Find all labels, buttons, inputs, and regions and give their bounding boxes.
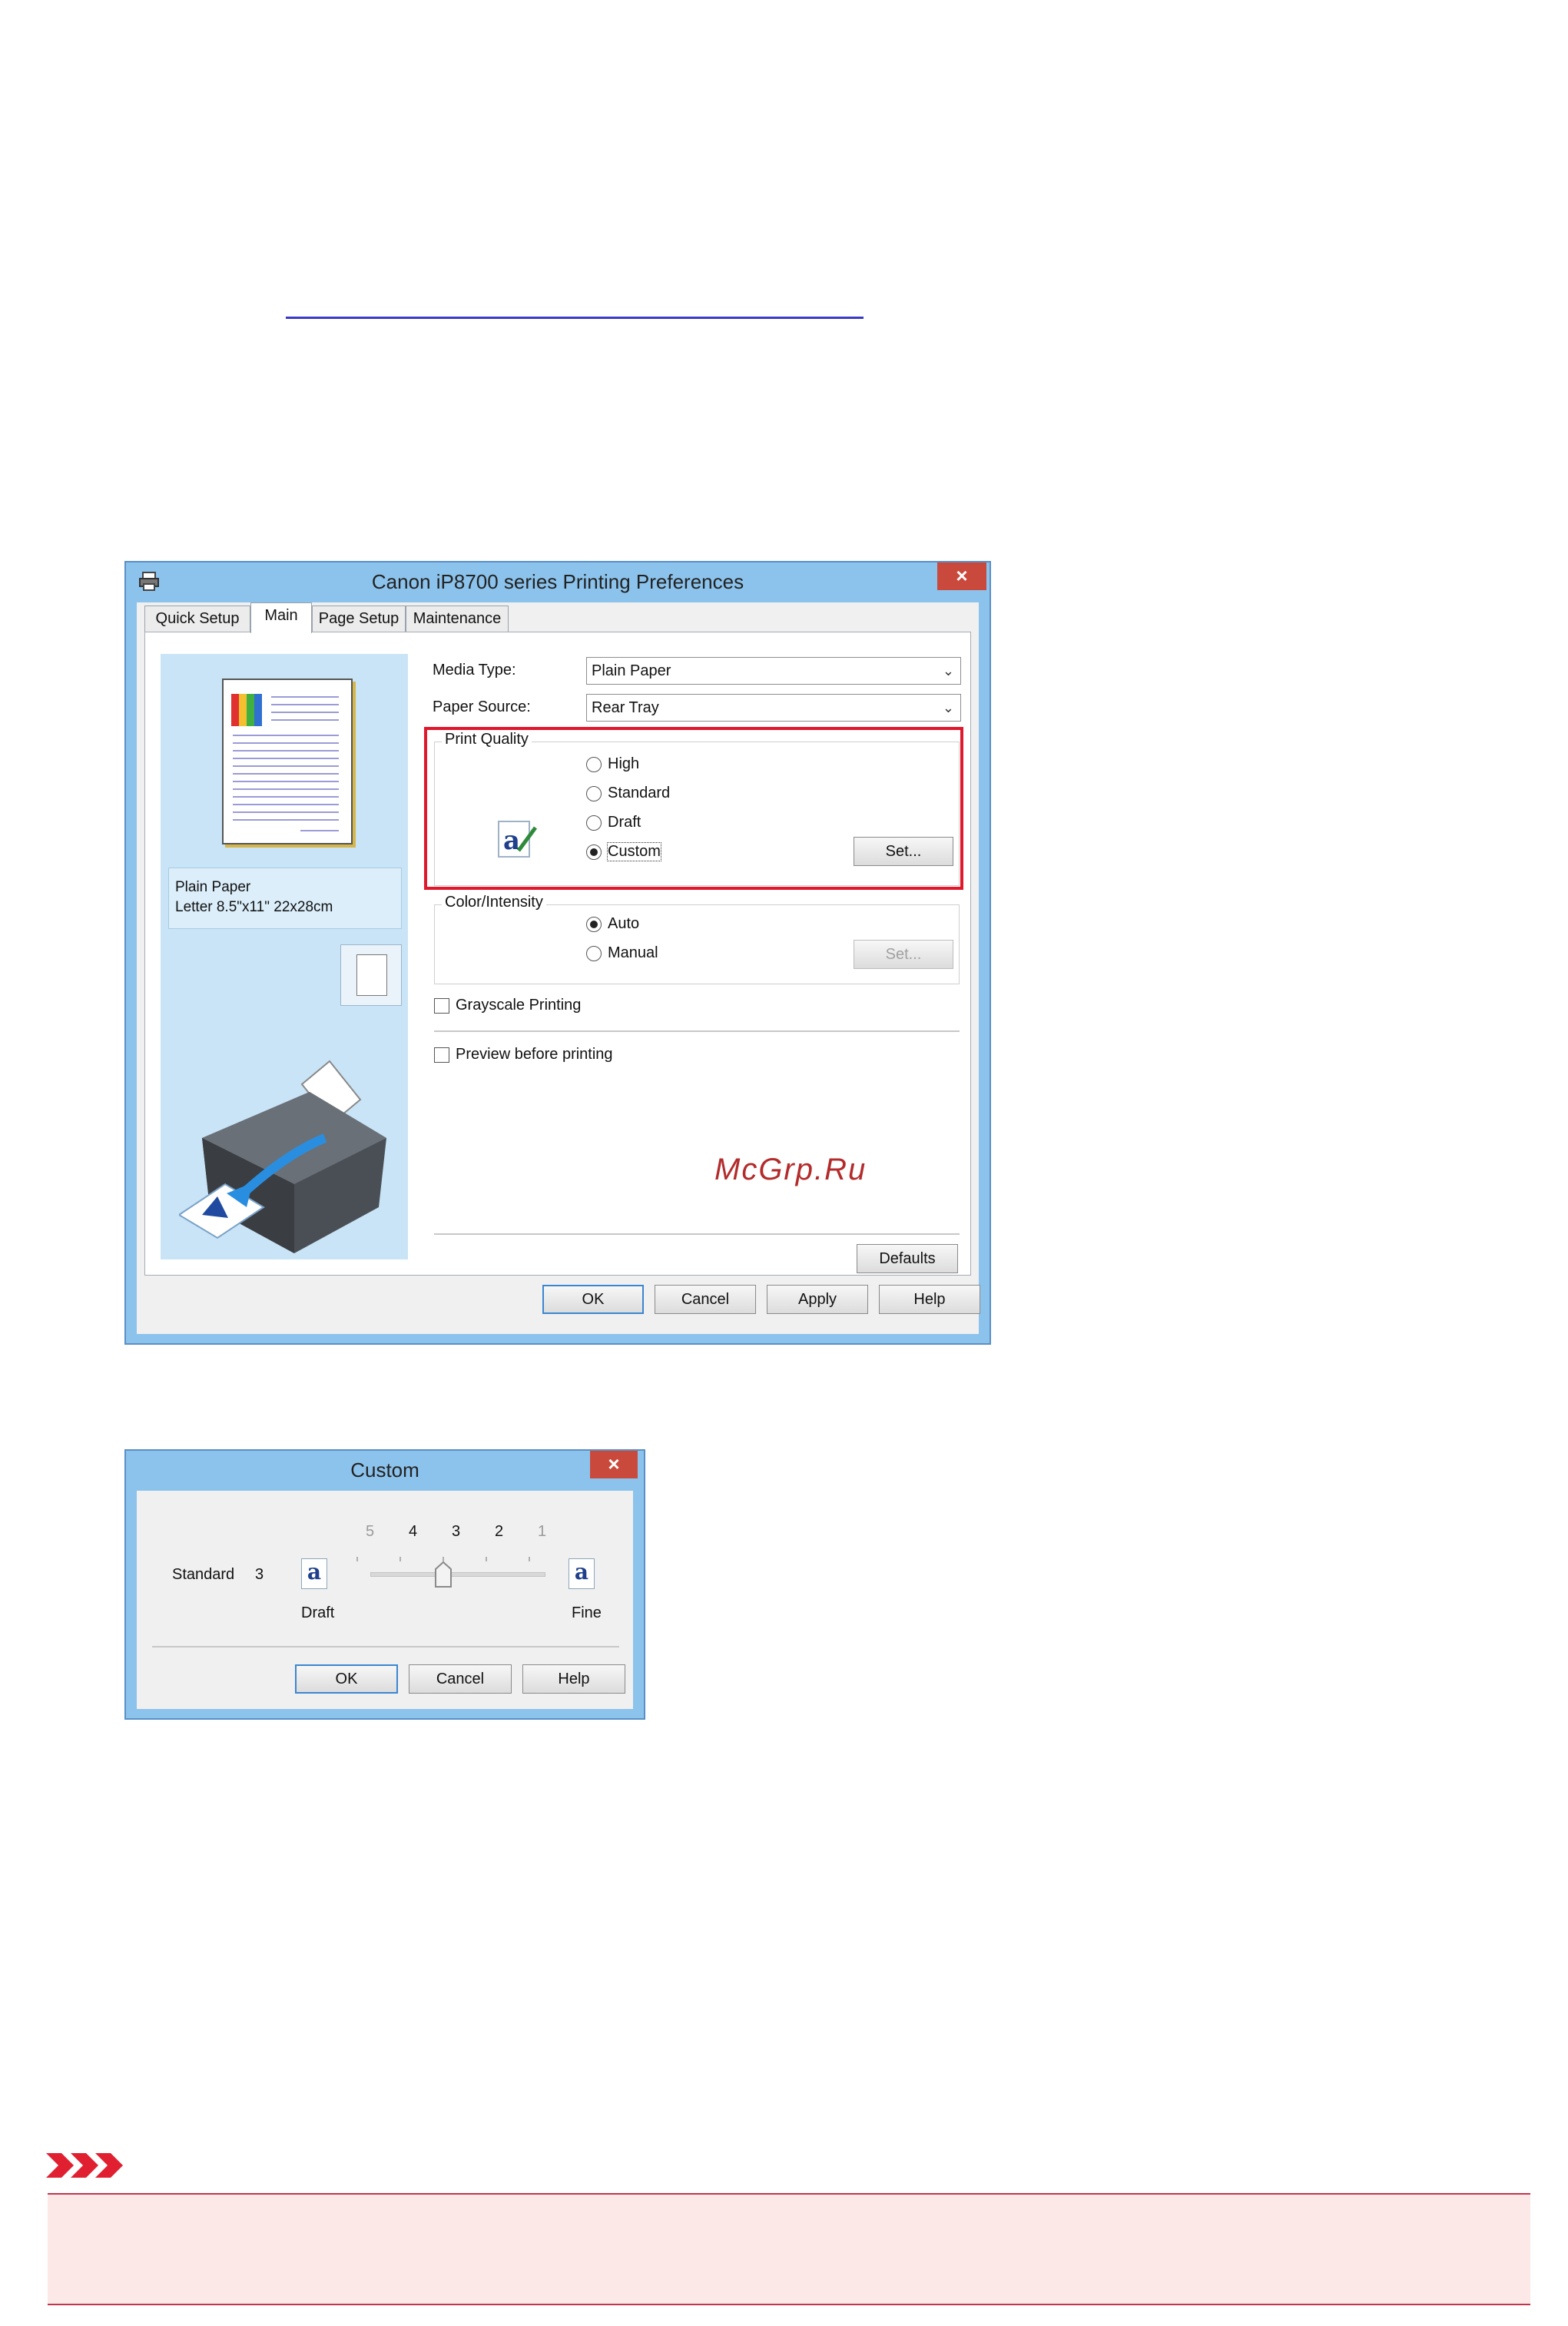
ok-button[interactable]: OK — [542, 1285, 644, 1314]
divider — [152, 1646, 619, 1647]
paper-media-line: Plain Paper — [175, 879, 251, 895]
title-bar[interactable]: Canon iP8700 series Printing Preferences… — [126, 562, 990, 602]
apply-button[interactable]: Apply — [767, 1285, 868, 1314]
print-quality-highlight — [424, 727, 963, 890]
slider-tick — [529, 1557, 530, 1561]
cancel-button[interactable]: Cancel — [655, 1285, 756, 1314]
close-icon: × — [956, 564, 968, 587]
paper-info-box: Plain Paper Letter 8.5"x11" 22x28cm — [168, 868, 402, 929]
close-icon: × — [608, 1452, 620, 1475]
grayscale-checkbox[interactable] — [434, 998, 449, 1014]
custom-cancel-button[interactable]: Cancel — [409, 1664, 512, 1694]
color-manual-radio[interactable] — [586, 946, 602, 961]
current-quality-value: 3 — [255, 1566, 264, 1583]
custom-dialog: Custom × Standard 3 5 4 3 2 1 a Draft a … — [124, 1449, 645, 1720]
slider-thumb[interactable] — [435, 1561, 452, 1588]
divider — [434, 1233, 960, 1235]
grayscale-label: Grayscale Printing — [456, 997, 582, 1014]
custom-dialog-client: Standard 3 5 4 3 2 1 a Draft a Fine OK C… — [137, 1491, 633, 1709]
tab-label: Quick Setup — [155, 610, 240, 627]
defaults-button[interactable]: Defaults — [857, 1244, 958, 1273]
slider-tick — [356, 1557, 358, 1561]
dialog-title: Canon iP8700 series Printing Preferences — [371, 570, 744, 593]
slider-tick-label: 5 — [366, 1523, 375, 1540]
media-type-label: Media Type: — [433, 662, 516, 679]
paper-source-value: Rear Tray — [592, 699, 659, 716]
tab-maintenance[interactable]: Maintenance — [406, 606, 509, 632]
tab-label: Maintenance — [413, 610, 502, 627]
paper-preview — [222, 679, 353, 844]
color-auto-label: Auto — [608, 915, 640, 932]
dialog-client: Quick Setup Main Page Setup Maintenance — [137, 602, 980, 1334]
paper-source-label: Paper Source: — [433, 698, 531, 715]
close-button[interactable]: × — [937, 562, 986, 590]
media-type-value: Plain Paper — [592, 662, 671, 679]
draft-label: Draft — [301, 1604, 335, 1621]
custom-title-bar[interactable]: Custom × — [126, 1451, 644, 1491]
slider-tick — [486, 1557, 487, 1561]
slider-tick — [399, 1557, 401, 1561]
tab-page-setup[interactable]: Page Setup — [312, 606, 406, 632]
current-quality-label: Standard — [172, 1566, 235, 1583]
tab-main[interactable]: Main — [250, 602, 312, 633]
page-lines-graphic — [231, 694, 339, 831]
slider-tick-label: 1 — [538, 1523, 547, 1540]
watermark: McGrp.Ru — [714, 1153, 867, 1186]
tab-label: Page Setup — [318, 610, 399, 627]
hyperlink-underline[interactable] — [286, 317, 864, 319]
custom-help-button[interactable]: Help — [522, 1664, 625, 1694]
paper-source-select[interactable]: Rear Tray ⌄ — [586, 694, 961, 722]
custom-dialog-title: Custom — [350, 1458, 419, 1482]
color-set-button[interactable]: Set... — [854, 940, 953, 969]
slider-tick-label: 4 — [409, 1523, 418, 1540]
color-intensity-title: Color/Intensity — [442, 894, 546, 911]
chevron-down-icon: ⌄ — [942, 700, 954, 715]
slider-track — [370, 1572, 545, 1577]
fine-label: Fine — [572, 1604, 602, 1621]
media-type-select[interactable]: Plain Paper ⌄ — [586, 657, 961, 685]
important-note-box — [48, 2193, 1530, 2305]
orientation-button[interactable] — [340, 944, 402, 1006]
preview-before-printing-label: Preview before printing — [456, 1046, 613, 1063]
paper-size-line: Letter 8.5"x11" 22x28cm — [175, 899, 333, 915]
tab-quick-setup[interactable]: Quick Setup — [144, 606, 250, 632]
draft-quality-icon: a — [301, 1558, 327, 1589]
custom-close-button[interactable]: × — [590, 1451, 638, 1478]
divider — [434, 1030, 960, 1032]
chevron-down-icon: ⌄ — [942, 663, 954, 679]
color-manual-label: Manual — [608, 944, 658, 961]
preview-before-printing-checkbox[interactable] — [434, 1047, 449, 1063]
portrait-paper-icon — [356, 954, 387, 996]
preview-pane: Plain Paper Letter 8.5"x11" 22x28cm — [161, 654, 408, 1259]
color-auto-radio[interactable] — [586, 917, 602, 932]
fine-quality-icon: a — [569, 1558, 595, 1589]
tab-label: Main — [264, 607, 298, 624]
slider-tick-label: 2 — [495, 1523, 504, 1540]
important-chevrons-icon — [46, 2153, 123, 2178]
quality-slider[interactable] — [355, 1546, 559, 1592]
custom-ok-button[interactable]: OK — [295, 1664, 398, 1694]
help-button[interactable]: Help — [879, 1285, 980, 1314]
printer-illustration-icon — [179, 1060, 386, 1253]
slider-tick-label: 3 — [452, 1523, 461, 1540]
printing-preferences-dialog: Canon iP8700 series Printing Preferences… — [124, 561, 991, 1345]
